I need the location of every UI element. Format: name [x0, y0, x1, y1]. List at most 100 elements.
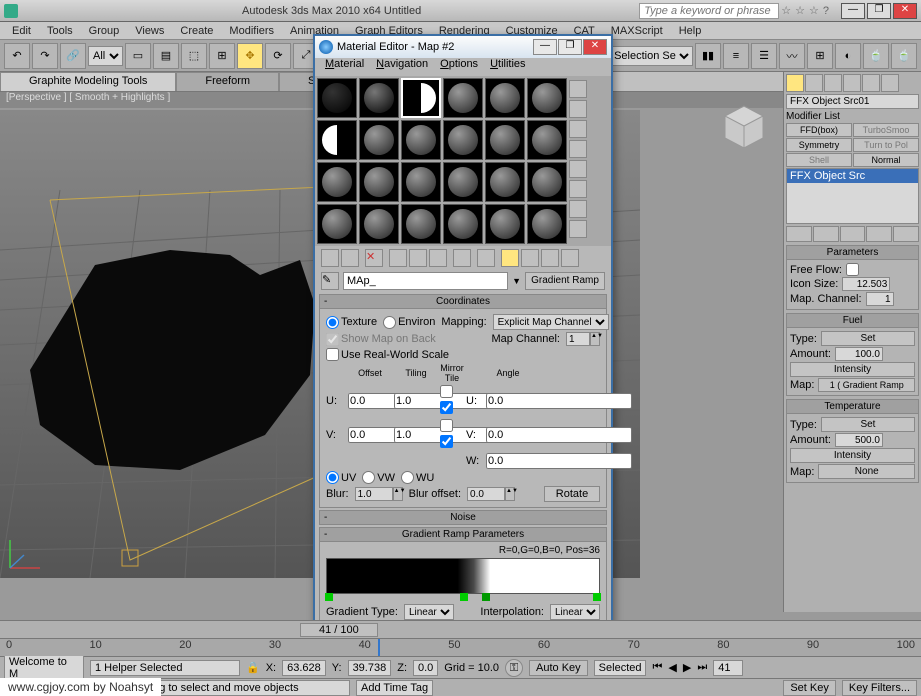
map-type-button[interactable]: Gradient Ramp: [525, 272, 605, 290]
sample-slot[interactable]: [527, 162, 567, 202]
sample-slot[interactable]: [527, 78, 567, 118]
fuel-rollout-header[interactable]: Fuel: [786, 313, 919, 328]
temp-map-button[interactable]: None: [818, 464, 915, 479]
track-bar[interactable]: 0102030405060708090100: [0, 638, 921, 656]
rotate-button[interactable]: ⟳: [265, 43, 291, 69]
current-frame-field[interactable]: 41: [713, 660, 743, 676]
me-menu-options[interactable]: Options: [434, 58, 484, 76]
lock-icon[interactable]: 🔒: [246, 661, 260, 674]
sample-slot[interactable]: [527, 204, 567, 244]
reset-map-button[interactable]: [389, 249, 407, 267]
move-button[interactable]: ✥: [237, 43, 263, 69]
menu-help[interactable]: Help: [671, 25, 710, 37]
gradient-marker[interactable]: [593, 593, 601, 601]
sample-slot[interactable]: [401, 162, 441, 202]
menu-edit[interactable]: Edit: [4, 25, 39, 37]
make-preview-button[interactable]: [569, 180, 587, 198]
backlight-button[interactable]: [569, 100, 587, 118]
link-button[interactable]: 🔗: [60, 43, 86, 69]
real-world-checkbox[interactable]: [326, 348, 339, 361]
sample-type-button[interactable]: [569, 80, 587, 98]
gradient-ramp-bar[interactable]: [326, 558, 600, 594]
sample-slot[interactable]: [359, 78, 399, 118]
temp-type-set-button[interactable]: Set: [821, 417, 915, 432]
star-icon[interactable]: ☆: [795, 4, 805, 17]
modify-panel-icon[interactable]: [805, 74, 823, 92]
parameters-rollout-header[interactable]: Parameters: [786, 245, 919, 260]
motion-panel-icon[interactable]: [843, 74, 861, 92]
background-button[interactable]: [569, 120, 587, 138]
mirror-button[interactable]: ▮▮: [695, 43, 721, 69]
noise-rollout-header[interactable]: Noise: [319, 510, 607, 525]
gradient-ramp-rollout-header[interactable]: Gradient Ramp Parameters: [319, 527, 607, 542]
help-search-input[interactable]: [639, 3, 779, 19]
utility-panel-icon[interactable]: [881, 74, 899, 92]
sample-slot[interactable]: [485, 78, 525, 118]
key-mode-select[interactable]: Selected: [594, 660, 647, 676]
align-button[interactable]: ≡: [723, 43, 749, 69]
hierarchy-panel-icon[interactable]: [824, 74, 842, 92]
menu-modifiers[interactable]: Modifiers: [221, 25, 282, 37]
turbosmooth-button[interactable]: TurboSmoo: [853, 123, 919, 137]
menu-group[interactable]: Group: [81, 25, 128, 37]
u-mirror-checkbox[interactable]: [440, 385, 453, 398]
create-panel-icon[interactable]: [786, 74, 804, 92]
mapping-select[interactable]: Explicit Map Channel: [493, 314, 609, 330]
wu-radio[interactable]: [401, 471, 414, 484]
gradient-type-select[interactable]: Linear: [404, 604, 454, 620]
sample-uv-button[interactable]: [569, 140, 587, 158]
autokey-button[interactable]: Auto Key: [529, 660, 588, 676]
gradient-marker-selected[interactable]: [482, 593, 490, 601]
select-by-material-button[interactable]: [569, 220, 587, 238]
selection-filter[interactable]: All: [88, 46, 123, 66]
me-minimize-button[interactable]: —: [533, 39, 557, 55]
sample-slot[interactable]: [443, 204, 483, 244]
sample-slot[interactable]: [359, 120, 399, 160]
map-name-field[interactable]: [343, 272, 508, 290]
temperature-rollout-header[interactable]: Temperature: [786, 399, 919, 414]
coordinates-rollout-header[interactable]: Coordinates: [319, 294, 607, 309]
close-button[interactable]: ✕: [893, 3, 917, 19]
make-unique-button[interactable]: [840, 226, 866, 242]
material-editor-titlebar[interactable]: Material Editor - Map #2 — ❐ ✕: [315, 36, 611, 58]
put-to-scene-button[interactable]: [341, 249, 359, 267]
keyfilters-button[interactable]: Key Filters...: [842, 680, 917, 696]
turntopoly-button[interactable]: Turn to Pol: [853, 138, 919, 152]
material-editor-button[interactable]: ◐: [835, 43, 861, 69]
display-panel-icon[interactable]: [862, 74, 880, 92]
show-end-result-button[interactable]: [813, 226, 839, 242]
sample-slot[interactable]: [401, 120, 441, 160]
layer-button[interactable]: ☰: [751, 43, 777, 69]
uv-radio[interactable]: [326, 471, 339, 484]
render-setup-button[interactable]: 🍵: [863, 43, 889, 69]
bluroffset-spinner[interactable]: [467, 487, 505, 501]
select-object-button[interactable]: ▭: [125, 43, 151, 69]
menu-views[interactable]: Views: [127, 25, 172, 37]
freeflow-checkbox[interactable]: [846, 263, 859, 276]
set-key-button[interactable]: [505, 659, 523, 677]
sample-slot[interactable]: [317, 120, 357, 160]
sample-slot-selected[interactable]: [401, 78, 441, 118]
viewcube[interactable]: [717, 100, 771, 154]
show-map-button[interactable]: [501, 249, 519, 267]
rotate-button[interactable]: Rotate: [544, 486, 600, 502]
map-channel-spinner[interactable]: [566, 332, 590, 346]
help-icon[interactable]: ?: [823, 5, 829, 17]
object-name-field[interactable]: FFX Object Src01: [786, 94, 919, 109]
material-id-button[interactable]: [477, 249, 495, 267]
stack-item[interactable]: FFX Object Src: [787, 169, 918, 183]
minimize-button[interactable]: —: [841, 3, 865, 19]
x-coord-field[interactable]: 63.628: [282, 660, 326, 676]
render-button[interactable]: 🍵: [891, 43, 917, 69]
iconsize-spinner[interactable]: [842, 277, 890, 291]
pin-stack-button[interactable]: [786, 226, 812, 242]
select-rect-button[interactable]: ⬚: [181, 43, 207, 69]
sample-slot[interactable]: [485, 120, 525, 160]
z-coord-field[interactable]: 0.0: [413, 660, 438, 676]
normal-button[interactable]: Normal: [853, 153, 919, 167]
u-angle-spinner[interactable]: [486, 393, 632, 409]
sample-slot[interactable]: [359, 162, 399, 202]
gradient-marker[interactable]: [325, 593, 333, 601]
sample-slot[interactable]: [317, 162, 357, 202]
time-slider[interactable]: 41 / 100: [300, 623, 378, 637]
